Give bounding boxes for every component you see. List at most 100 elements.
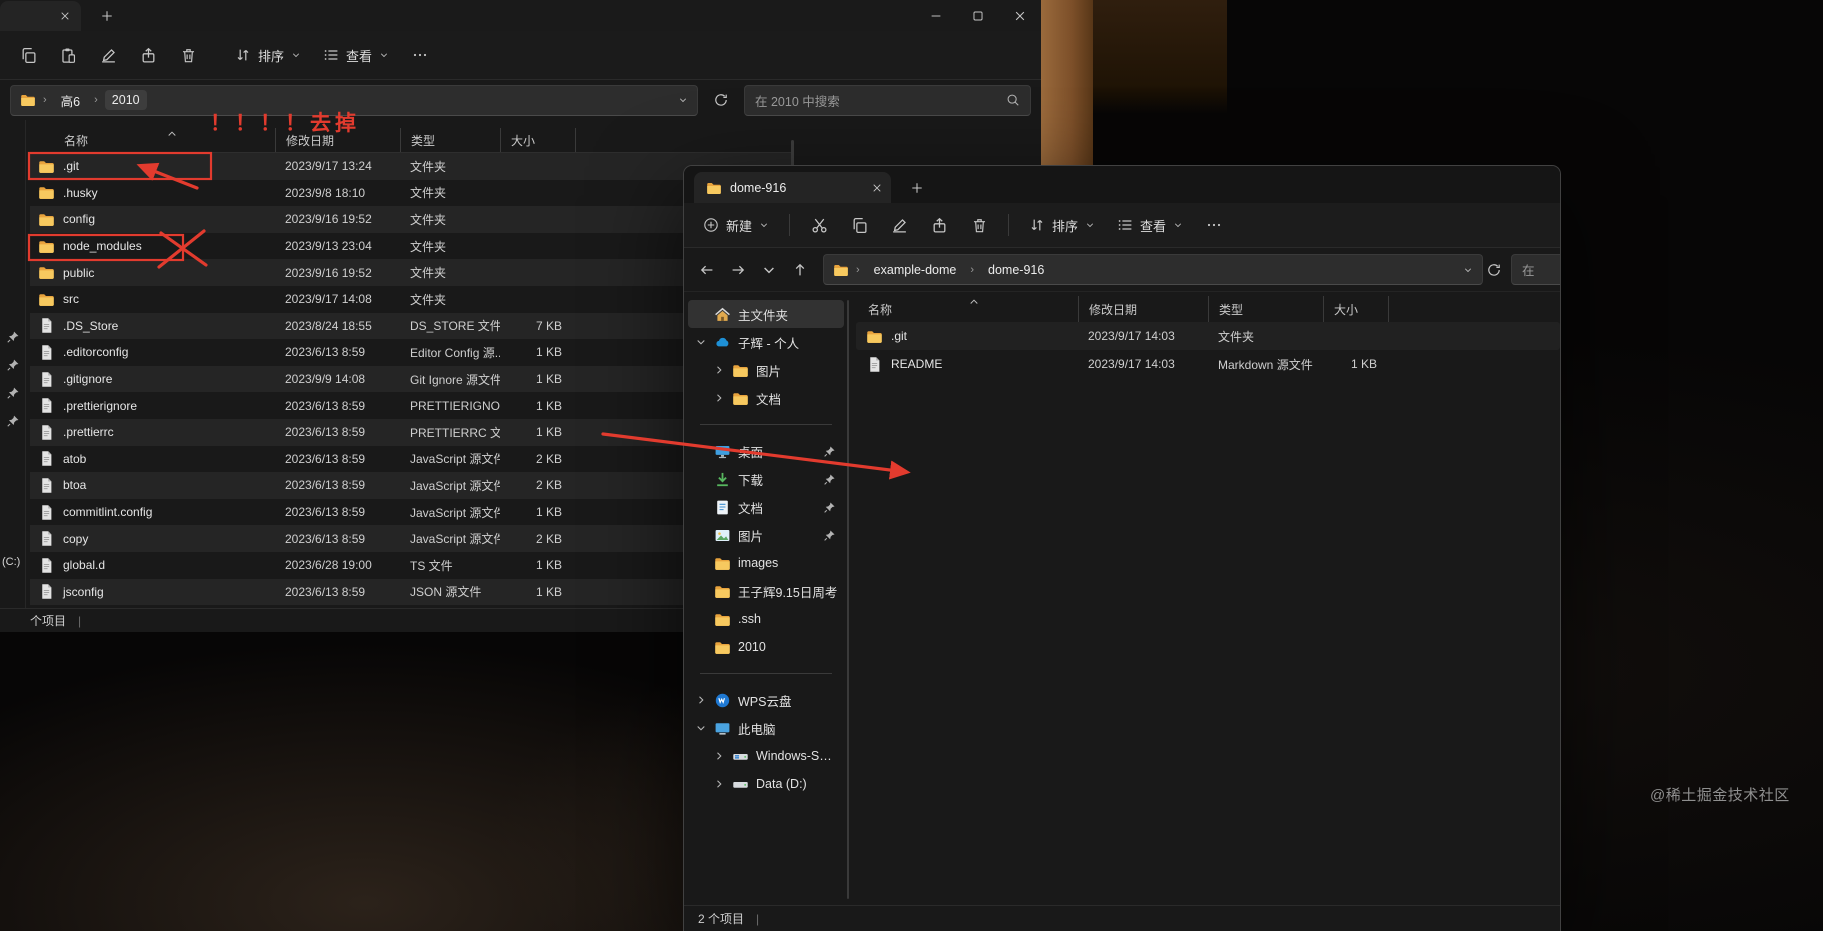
nav-button[interactable] (754, 255, 783, 285)
chevron-icon[interactable] (695, 445, 707, 457)
table-row[interactable]: global.d 2023/6/28 19:00 TS 文件 1 KB (30, 552, 792, 579)
tab-close-icon[interactable] (59, 10, 71, 22)
more-options-button[interactable] (1194, 208, 1234, 242)
new-tab-button[interactable] (904, 175, 930, 201)
maximize-button[interactable] (957, 0, 999, 31)
table-row[interactable]: atob 2023/6/13 8:59 JavaScript 源文件 2 KB (30, 446, 792, 473)
toolbar-button[interactable] (88, 38, 128, 72)
view-button[interactable]: 查看 (1106, 208, 1194, 242)
sidebar-item[interactable]: 图片 (688, 521, 844, 549)
chevron-down-icon[interactable] (695, 722, 707, 734)
sidebar-item[interactable]: 子辉 - 个人 (688, 328, 844, 356)
chevron-right-icon[interactable] (713, 750, 725, 762)
sidebar-item[interactable]: 文档 (706, 384, 844, 412)
refresh-button[interactable] (706, 85, 736, 115)
chevron-icon[interactable] (695, 529, 707, 541)
nav-button[interactable] (692, 255, 721, 285)
chevron-icon[interactable] (695, 473, 707, 485)
sidebar-item[interactable] (700, 673, 832, 674)
chevron-right-icon[interactable] (695, 694, 707, 706)
new-button[interactable]: 新建 (692, 208, 780, 242)
chevron-icon[interactable] (695, 585, 707, 597)
search-input[interactable]: 在 2010 中搜索 (744, 84, 1031, 116)
sidebar-item[interactable]: 文档 (688, 493, 844, 521)
toolbar-button[interactable] (8, 38, 48, 72)
table-row[interactable]: .git 2023/9/17 13:24 文件夹 (30, 153, 792, 180)
address-dropdown-icon[interactable] (678, 95, 688, 105)
breadcrumb-item-current[interactable]: dome-916 (981, 260, 1051, 280)
close-button[interactable] (999, 0, 1041, 31)
chevron-icon[interactable] (695, 501, 707, 513)
toolbar-button[interactable] (839, 208, 879, 242)
sidebar-item[interactable]: 下载 (688, 465, 844, 493)
column-header-name[interactable]: 名称 (30, 128, 275, 152)
chevron-icon[interactable] (695, 641, 707, 653)
sidebar-item[interactable]: 此电脑 (688, 714, 844, 742)
chevron-icon[interactable] (695, 308, 707, 320)
chevron-down-icon[interactable] (695, 336, 707, 348)
breadcrumb-item[interactable]: 高6 (54, 88, 87, 113)
column-header-size[interactable]: 大小 (1323, 296, 1389, 322)
more-options-button[interactable] (400, 38, 440, 72)
table-row[interactable]: node_modules 2023/9/13 23:04 文件夹 (30, 233, 792, 260)
sidebar-item[interactable]: 桌面 (688, 437, 844, 465)
table-row[interactable]: .prettierrc 2023/6/13 8:59 PRETTIERRC 文件… (30, 418, 792, 446)
table-row[interactable]: .editorconfig 2023/6/13 8:59 Editor Conf… (30, 339, 792, 366)
column-header-name[interactable]: 名称 (856, 296, 1078, 322)
toolbar-button[interactable] (168, 38, 208, 72)
sidebar-item[interactable]: 图片 (706, 356, 844, 384)
table-row[interactable]: jsconfig 2023/6/13 8:59 JSON 源文件 1 KB (30, 578, 792, 606)
new-tab-button[interactable] (94, 3, 120, 29)
view-button[interactable]: 查看 (312, 38, 400, 72)
chevron-right-icon[interactable] (713, 392, 725, 404)
table-row[interactable]: .git 2023/9/17 14:03 文件夹 (856, 322, 1560, 350)
tab-current[interactable]: dome-916 (694, 172, 891, 203)
column-header-size[interactable]: 大小 (500, 128, 576, 152)
tab-close-icon[interactable] (871, 182, 883, 194)
sidebar-item[interactable]: 2010 (688, 633, 844, 661)
nav-button[interactable] (723, 255, 752, 285)
column-header-type[interactable]: 类型 (400, 128, 500, 152)
refresh-button[interactable] (1486, 255, 1502, 285)
toolbar-button[interactable] (799, 208, 839, 242)
tab-current[interactable] (0, 1, 81, 31)
sort-button[interactable]: 排序 (1018, 208, 1106, 242)
table-row[interactable]: README 2023/9/17 14:03 Markdown 源文件 1 KB (856, 350, 1560, 378)
table-row[interactable]: .DS_Store 2023/8/24 18:55 DS_STORE 文件 7 … (30, 312, 792, 340)
table-row[interactable]: btoa 2023/6/13 8:59 JavaScript 源文件 2 KB (30, 472, 792, 499)
table-row[interactable]: config 2023/9/16 19:52 文件夹 (30, 206, 792, 233)
column-header-date[interactable]: 修改日期 (275, 128, 400, 152)
sidebar-item[interactable]: images (688, 549, 844, 577)
minimize-button[interactable] (915, 0, 957, 31)
sort-button[interactable]: 排序 (224, 38, 312, 72)
toolbar-button[interactable] (919, 208, 959, 242)
sidebar-item[interactable]: .ssh (688, 605, 844, 633)
sidebar-item[interactable]: 主文件夹 (688, 300, 844, 328)
sidebar-item[interactable]: Windows-SSD (C:) (706, 742, 844, 770)
sidebar-item[interactable]: Data (D:) (706, 770, 844, 798)
chevron-right-icon[interactable] (713, 778, 725, 790)
table-row[interactable]: commitlint.config 2023/6/13 8:59 JavaScr… (30, 499, 792, 526)
table-row[interactable]: public 2023/9/16 19:52 文件夹 (30, 259, 792, 286)
sidebar-item[interactable]: 王子辉9.15日周考 (688, 577, 844, 605)
address-bar[interactable]: › 高6 › 2010 (10, 84, 698, 116)
sidebar-item[interactable] (700, 424, 832, 425)
table-row[interactable]: .husky 2023/9/8 18:10 文件夹 (30, 180, 792, 207)
table-row[interactable]: copy 2023/6/13 8:59 JavaScript 源文件 2 KB (30, 525, 792, 552)
column-header-date[interactable]: 修改日期 (1078, 296, 1208, 322)
nav-button[interactable] (785, 255, 814, 285)
table-row[interactable]: src 2023/9/17 14:08 文件夹 (30, 286, 792, 313)
address-dropdown-icon[interactable] (1463, 265, 1473, 275)
breadcrumb-item-current[interactable]: 2010 (104, 90, 147, 110)
search-input[interactable]: 在 (1511, 254, 1560, 285)
sidebar-item[interactable]: WPS云盘 (688, 686, 844, 714)
table-row[interactable]: .prettierignore 2023/6/13 8:59 PRETTIERI… (30, 392, 792, 419)
chevron-right-icon[interactable] (713, 364, 725, 376)
table-row[interactable]: .gitignore 2023/9/9 14:08 Git Ignore 源文件… (30, 365, 792, 393)
toolbar-button[interactable] (128, 38, 168, 72)
address-bar[interactable]: › example-dome › dome-916 (823, 254, 1483, 285)
toolbar-button[interactable] (879, 208, 919, 242)
column-header-type[interactable]: 类型 (1208, 296, 1323, 322)
chevron-icon[interactable] (695, 557, 707, 569)
toolbar-button[interactable] (48, 38, 88, 72)
